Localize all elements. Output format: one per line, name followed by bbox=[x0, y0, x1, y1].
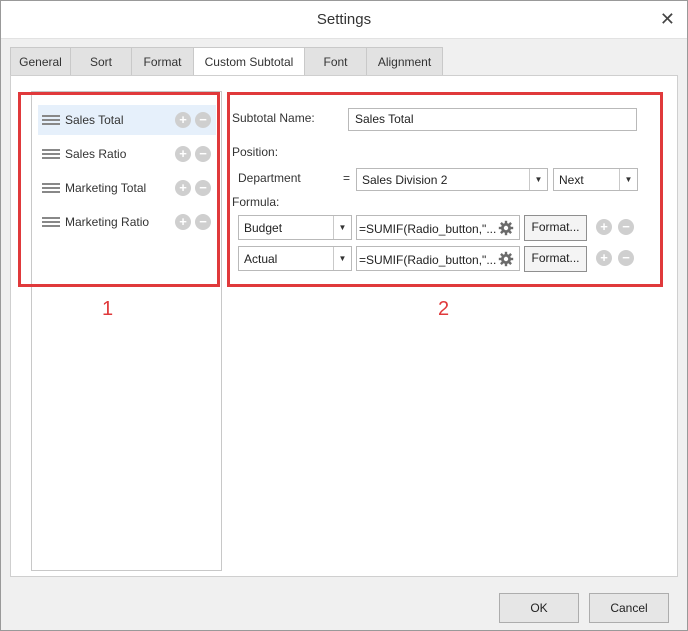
tab-alignment[interactable]: Alignment bbox=[366, 47, 443, 75]
position-value: Next bbox=[559, 173, 584, 187]
plus-circle-icon[interactable]: + bbox=[596, 219, 612, 235]
formula-field-value: Budget bbox=[244, 221, 283, 235]
subtotal-label: Sales Total bbox=[65, 113, 124, 127]
title-bar: Settings ✕ bbox=[1, 1, 687, 39]
department-label: Department bbox=[238, 171, 301, 185]
tab-content: Sales Total + − Sales Ratio + − Marketin… bbox=[10, 75, 678, 577]
plus-circle-icon[interactable]: + bbox=[175, 180, 191, 196]
gear-icon[interactable] bbox=[498, 220, 514, 236]
tab-format[interactable]: Format bbox=[131, 47, 194, 75]
gear-icon[interactable] bbox=[498, 251, 514, 267]
formula-label: Formula: bbox=[232, 195, 280, 209]
drag-handle-icon[interactable] bbox=[42, 115, 60, 126]
tab-general[interactable]: General bbox=[10, 47, 71, 75]
formula-text: =SUMIF(Radio_button,"... bbox=[359, 253, 497, 267]
minus-circle-icon[interactable]: − bbox=[618, 219, 634, 235]
list-item[interactable]: Marketing Ratio + − bbox=[38, 207, 216, 237]
list-item[interactable]: Sales Total + − bbox=[38, 105, 216, 135]
tab-custom-subtotal[interactable]: Custom Subtotal bbox=[193, 47, 305, 75]
formula-field-value: Actual bbox=[244, 252, 278, 266]
chevron-down-icon: ▼ bbox=[333, 247, 351, 270]
minus-circle-icon[interactable]: − bbox=[195, 146, 211, 162]
equals-sign: = bbox=[343, 171, 351, 185]
plus-circle-icon[interactable]: + bbox=[175, 112, 191, 128]
plus-circle-icon[interactable]: + bbox=[596, 250, 612, 266]
minus-circle-icon[interactable]: − bbox=[195, 214, 211, 230]
format-button[interactable]: Format... bbox=[524, 215, 587, 241]
minus-circle-icon[interactable]: − bbox=[195, 180, 211, 196]
tab-font[interactable]: Font bbox=[304, 47, 367, 75]
formula-field-dropdown[interactable]: Actual ▼ bbox=[238, 246, 352, 271]
subtotal-label: Marketing Ratio bbox=[65, 215, 150, 229]
annotation-label-1: 1 bbox=[102, 298, 114, 320]
cancel-button[interactable]: Cancel bbox=[589, 593, 669, 623]
subtotal-list: Sales Total + − Sales Ratio + − Marketin… bbox=[31, 91, 222, 571]
position-label: Position: bbox=[232, 145, 279, 159]
formula-field-dropdown[interactable]: Budget ▼ bbox=[238, 215, 352, 240]
subtotal-name-field[interactable]: Sales Total bbox=[348, 108, 637, 131]
chevron-down-icon: ▼ bbox=[619, 169, 637, 190]
position-dropdown[interactable]: Next ▼ bbox=[553, 168, 638, 191]
department-value: Sales Division 2 bbox=[362, 173, 448, 187]
settings-dialog: Settings ✕ General Sort Format Custom Su… bbox=[0, 0, 688, 631]
minus-circle-icon[interactable]: − bbox=[195, 112, 211, 128]
minus-circle-icon[interactable]: − bbox=[618, 250, 634, 266]
plus-circle-icon[interactable]: + bbox=[175, 214, 191, 230]
subtotal-label: Sales Ratio bbox=[65, 147, 127, 161]
list-item[interactable]: Sales Ratio + − bbox=[38, 139, 216, 169]
drag-handle-icon[interactable] bbox=[42, 149, 60, 160]
close-icon[interactable]: ✕ bbox=[660, 9, 675, 29]
subtotal-label: Marketing Total bbox=[65, 181, 147, 195]
formula-input[interactable]: =SUMIF(Radio_button,"... bbox=[356, 246, 520, 271]
tab-sort[interactable]: Sort bbox=[70, 47, 132, 75]
tab-strip: General Sort Format Custom Subtotal Font… bbox=[10, 47, 446, 75]
department-dropdown[interactable]: Sales Division 2 ▼ bbox=[356, 168, 548, 191]
formula-input[interactable]: =SUMIF(Radio_button,"... bbox=[356, 215, 520, 240]
drag-handle-icon[interactable] bbox=[42, 183, 60, 194]
plus-circle-icon[interactable]: + bbox=[175, 146, 191, 162]
chevron-down-icon: ▼ bbox=[333, 216, 351, 239]
drag-handle-icon[interactable] bbox=[42, 217, 60, 228]
format-button[interactable]: Format... bbox=[524, 246, 587, 272]
formula-text: =SUMIF(Radio_button,"... bbox=[359, 222, 497, 236]
annotation-label-2: 2 bbox=[438, 298, 450, 320]
ok-button[interactable]: OK bbox=[499, 593, 579, 623]
subtotal-name-label: Subtotal Name: bbox=[232, 111, 315, 125]
list-item[interactable]: Marketing Total + − bbox=[38, 173, 216, 203]
chevron-down-icon: ▼ bbox=[529, 169, 547, 190]
dialog-title: Settings bbox=[316, 11, 372, 28]
